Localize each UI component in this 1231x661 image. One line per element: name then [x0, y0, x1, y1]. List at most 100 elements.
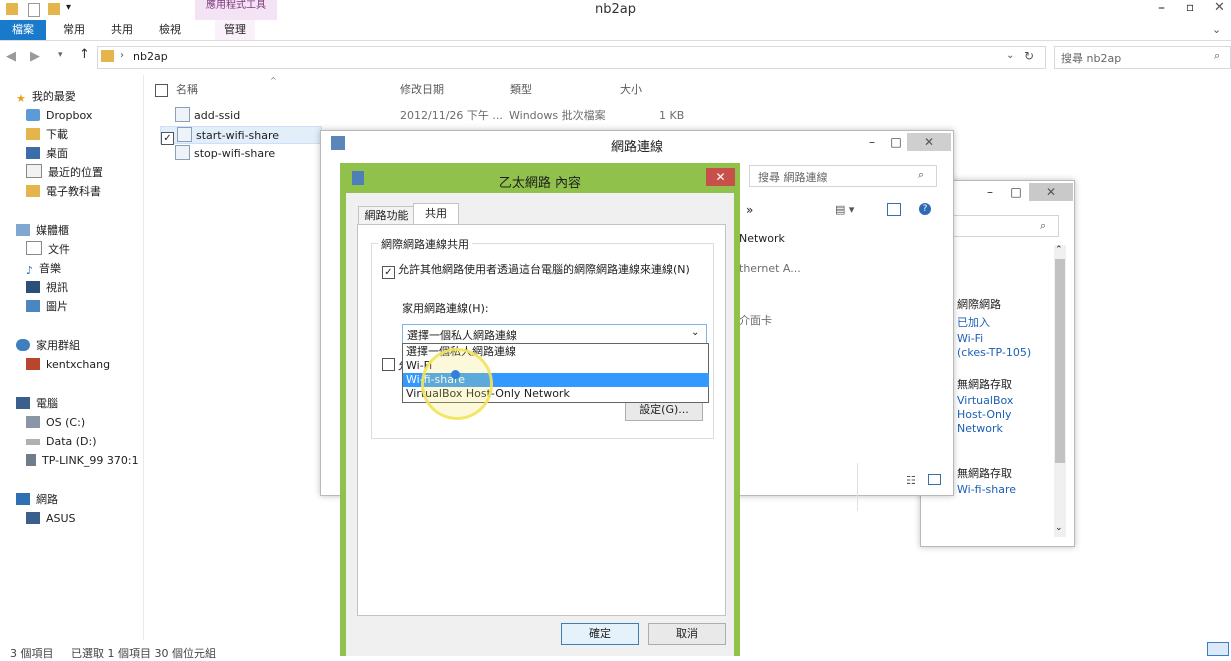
nav-label: 媒體櫃 — [36, 224, 69, 237]
nav-label: 視訊 — [46, 281, 68, 294]
nav-label: 網路 — [36, 493, 58, 506]
address-dropdown-icon[interactable]: ⌄ — [1006, 50, 1014, 61]
allow-sharing-checkbox[interactable]: ✓ 允許其他網路使用者透過這台電腦的網際網路連線來連線(N) — [382, 261, 690, 279]
search-icon[interactable]: ⌕ — [1040, 219, 1046, 233]
tab-home[interactable]: 常用 — [56, 20, 92, 40]
tab-networking[interactable]: 網路功能 — [358, 206, 415, 225]
tab-manage[interactable]: 管理 — [215, 20, 255, 40]
close-button[interactable]: ✕ — [907, 133, 951, 151]
help-icon[interactable]: ? — [919, 203, 931, 215]
search-icon[interactable]: ⌕ — [918, 168, 924, 182]
column-name[interactable]: 名稱 — [176, 82, 198, 98]
detail-search-box[interactable]: ⌕ — [951, 215, 1059, 237]
file-row[interactable]: add-ssid 2012/11/26 下午 ... Windows 批次檔案 … — [160, 107, 684, 125]
close-button[interactable]: ✕ — [706, 168, 735, 186]
nav-dropbox[interactable]: Dropbox — [26, 107, 92, 125]
maximize-button[interactable]: ▫ — [1186, 0, 1194, 14]
toolbar-overflow-icon[interactable]: » — [746, 203, 753, 217]
dialog-title: 乙太網路 內容 — [498, 176, 582, 191]
nav-music[interactable]: ♪ 音樂 — [26, 260, 61, 278]
nav-libraries[interactable]: 媒體櫃 — [16, 222, 69, 240]
search-placeholder: 搜尋 網路連線 — [758, 171, 828, 184]
search-input[interactable]: 搜尋 網路連線 ⌕ — [749, 165, 937, 187]
recent-dropdown-icon[interactable]: ▾ — [58, 50, 63, 60]
up-arrow-icon[interactable]: ↑ — [79, 47, 90, 62]
detail-link[interactable]: Wi-fi-share — [957, 483, 1016, 496]
details-view-icon[interactable]: ☷ — [906, 474, 916, 487]
nav-label: TP-LINK_99 370:1 — [42, 454, 139, 467]
detail-link[interactable]: VirtualBox — [957, 394, 1013, 407]
file-name: add-ssid — [194, 109, 241, 122]
back-icon[interactable]: ◀ — [6, 49, 16, 64]
tab-file[interactable]: 檔案 — [0, 20, 46, 40]
nav-tplink[interactable]: TP-LINK_99 370:1 — [26, 452, 139, 470]
close-button[interactable]: ✕ — [1214, 0, 1225, 15]
column-size[interactable]: 大小 — [620, 82, 642, 98]
tab-view[interactable]: 檢視 — [152, 20, 188, 40]
libraries-icon — [16, 224, 30, 236]
checkbox[interactable] — [382, 358, 395, 371]
nav-drive-c[interactable]: OS (C:) — [26, 414, 85, 432]
checkbox[interactable] — [155, 84, 168, 97]
select-all-checkbox[interactable] — [155, 84, 171, 98]
address-bar[interactable]: › nb2ap ⌄ ↻ — [97, 46, 1046, 69]
nav-desktop[interactable]: 桌面 — [26, 145, 68, 163]
nav-user[interactable]: kentxchang — [26, 356, 110, 374]
detail-link[interactable]: 已加入 — [957, 314, 990, 330]
tab-share[interactable]: 共用 — [104, 20, 140, 40]
breadcrumb-chevron-icon: › — [120, 50, 124, 61]
nav-videos[interactable]: 視訊 — [26, 279, 68, 297]
file-row-selected[interactable]: ✓ start-wifi-share — [160, 126, 322, 145]
preview-pane-icon[interactable] — [887, 203, 901, 216]
detail-link[interactable]: Network — [957, 422, 1003, 435]
scrollbar[interactable]: ⌃ ⌄ — [1054, 245, 1066, 537]
detail-link[interactable]: Wi-Fi — [957, 332, 983, 345]
search-icon[interactable]: ⌕ — [1214, 49, 1220, 63]
minimize-button[interactable]: – — [859, 133, 885, 151]
breadcrumb[interactable]: nb2ap — [133, 50, 168, 63]
scrollbar-thumb[interactable] — [1055, 259, 1065, 463]
maximize-button[interactable]: □ — [1003, 183, 1029, 201]
nav-label: 桌面 — [46, 147, 68, 160]
nav-recent[interactable]: 最近的位置 — [26, 164, 103, 182]
forward-icon[interactable]: ▶ — [30, 49, 40, 64]
ribbon-expand-icon[interactable]: ⌄ — [1212, 23, 1221, 36]
nav-favorites[interactable]: ★ 我的最愛 — [16, 88, 76, 106]
close-button[interactable]: ✕ — [1029, 183, 1073, 201]
folder-icon — [26, 185, 40, 197]
detail-link[interactable]: Host-Only — [957, 408, 1012, 421]
nav-homegroup[interactable]: 家用群組 — [16, 337, 80, 355]
nav-downloads[interactable]: 下載 — [26, 126, 68, 144]
documents-icon — [26, 241, 42, 255]
nav-label: 我的最愛 — [31, 90, 76, 103]
scroll-up-icon[interactable]: ⌃ — [1055, 245, 1063, 255]
refresh-icon[interactable]: ↻ — [1024, 49, 1034, 63]
home-network-select[interactable]: 選擇一個私人網路連線 ⌄ — [402, 324, 707, 344]
nav-computer[interactable]: 電腦 — [16, 395, 58, 413]
scroll-down-icon[interactable]: ⌄ — [1055, 523, 1063, 533]
minimize-button[interactable]: – — [1158, 0, 1165, 16]
cancel-button[interactable]: 取消 — [648, 623, 726, 645]
column-type[interactable]: 類型 — [510, 82, 532, 98]
nav-documents[interactable]: 文件 — [26, 241, 70, 259]
search-input[interactable]: 搜尋 nb2ap ⌕ — [1054, 46, 1231, 69]
nav-pictures[interactable]: 圖片 — [26, 298, 68, 316]
maximize-button[interactable]: □ — [883, 133, 909, 151]
nav-network[interactable]: 網路 — [16, 491, 58, 509]
minimize-button[interactable]: – — [977, 183, 1003, 201]
nav-asus[interactable]: ASUS — [26, 510, 76, 528]
nav-drive-d[interactable]: Data (D:) — [26, 433, 97, 451]
change-view-icon[interactable]: ▤ ▾ — [835, 203, 854, 216]
computer-icon — [26, 512, 40, 524]
chevron-down-icon[interactable]: ⌄ — [691, 327, 699, 338]
tab-sharing[interactable]: 共用 — [413, 203, 459, 226]
checkbox-checked[interactable]: ✓ — [382, 266, 395, 279]
column-modified[interactable]: 修改日期 — [400, 82, 444, 98]
nav-ebooks[interactable]: 電子教科書 — [26, 183, 101, 201]
large-icons-view-icon[interactable] — [928, 474, 941, 485]
pane-divider[interactable] — [143, 75, 144, 640]
ok-button[interactable]: 確定 — [561, 623, 639, 645]
detail-link[interactable]: (ckes-TP-105) — [957, 346, 1031, 359]
details-view-icon[interactable] — [1207, 642, 1229, 656]
checkbox-checked[interactable]: ✓ — [161, 132, 174, 145]
